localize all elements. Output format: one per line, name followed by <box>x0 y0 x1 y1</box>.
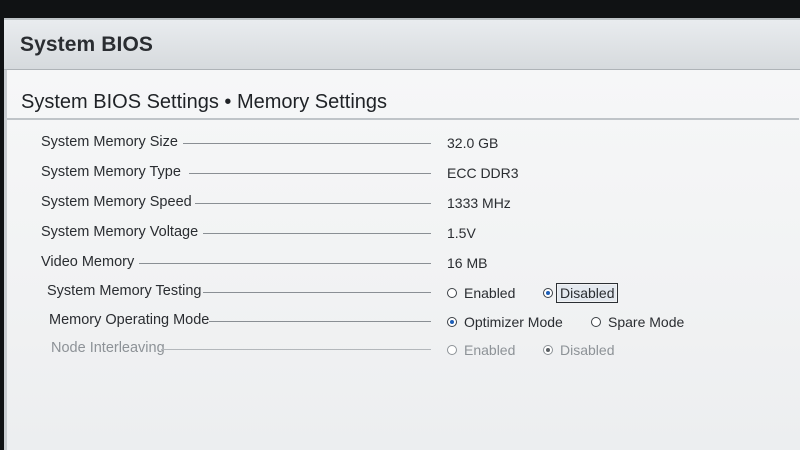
page-header: System BIOS Settings • Memory Settings <box>7 78 799 120</box>
title-bar: System BIOS <box>4 18 800 70</box>
setting-value: ECC DDR3 <box>447 165 519 181</box>
setting-row-operating-mode: Memory Operating Mode Optimizer Mode Spa… <box>7 310 799 332</box>
setting-value: 16 MB <box>447 255 488 271</box>
radio-label: Disabled <box>560 342 615 358</box>
page-title: System BIOS Settings • Memory Settings <box>21 91 388 113</box>
radio-label: Disabled <box>555 283 619 303</box>
radio-label: Enabled <box>464 285 516 301</box>
memory-testing-disabled-radio[interactable]: Disabled <box>543 283 619 303</box>
setting-value: 1.5V <box>447 225 476 241</box>
setting-value: 1333 MHz <box>447 195 511 211</box>
radio-label: Spare Mode <box>608 314 685 330</box>
leader-line <box>161 349 431 350</box>
node-interleaving-enabled-radio: Enabled <box>447 341 517 359</box>
setting-label: System Memory Speed <box>41 194 192 210</box>
setting-label: Video Memory <box>41 254 135 270</box>
setting-label: System Memory Size <box>41 134 178 150</box>
settings-panel: System BIOS Settings • Memory Settings S… <box>4 70 800 450</box>
setting-row-memory-speed: System Memory Speed 1333 MHz <box>7 192 799 214</box>
leader-line <box>189 173 431 174</box>
setting-row-video-memory: Video Memory 16 MB <box>7 252 799 274</box>
setting-row-memory-type: System Memory Type ECC DDR3 <box>7 162 799 184</box>
radio-selected-icon <box>447 317 457 327</box>
radio-label: Enabled <box>464 342 516 358</box>
leader-line <box>209 321 431 322</box>
window-title: System BIOS <box>20 33 153 56</box>
radio-unselected-icon <box>591 317 601 327</box>
setting-label: Node Interleaving <box>51 340 165 356</box>
leader-line <box>203 292 431 293</box>
leader-line <box>195 203 431 204</box>
operating-mode-spare-radio[interactable]: Spare Mode <box>591 313 686 331</box>
setting-row-memory-voltage: System Memory Voltage 1.5V <box>7 222 799 244</box>
setting-row-memory-size: System Memory Size 32.0 GB <box>7 132 799 154</box>
setting-value: 32.0 GB <box>447 135 499 151</box>
setting-row-memory-testing: System Memory Testing Enabled Disabled <box>7 281 799 303</box>
leader-line <box>139 263 431 264</box>
radio-selected-icon <box>543 345 553 355</box>
setting-label: System Memory Testing <box>47 283 202 299</box>
bios-screen: System BIOS System BIOS Settings • Memor… <box>0 0 800 450</box>
radio-selected-icon <box>543 288 553 298</box>
operating-mode-optimizer-radio[interactable]: Optimizer Mode <box>447 313 565 331</box>
setting-row-node-interleaving: Node Interleaving Enabled Disabled <box>7 338 799 360</box>
memory-testing-enabled-radio[interactable]: Enabled <box>447 284 517 302</box>
radio-label: Optimizer Mode <box>464 314 563 330</box>
setting-label: System Memory Type <box>41 164 181 180</box>
leader-line <box>183 143 431 144</box>
leader-line <box>203 233 431 234</box>
setting-label: System Memory Voltage <box>41 224 199 240</box>
radio-unselected-icon <box>447 288 457 298</box>
node-interleaving-disabled-radio: Disabled <box>543 341 616 359</box>
radio-unselected-icon <box>447 345 457 355</box>
setting-label: Memory Operating Mode <box>49 312 210 328</box>
